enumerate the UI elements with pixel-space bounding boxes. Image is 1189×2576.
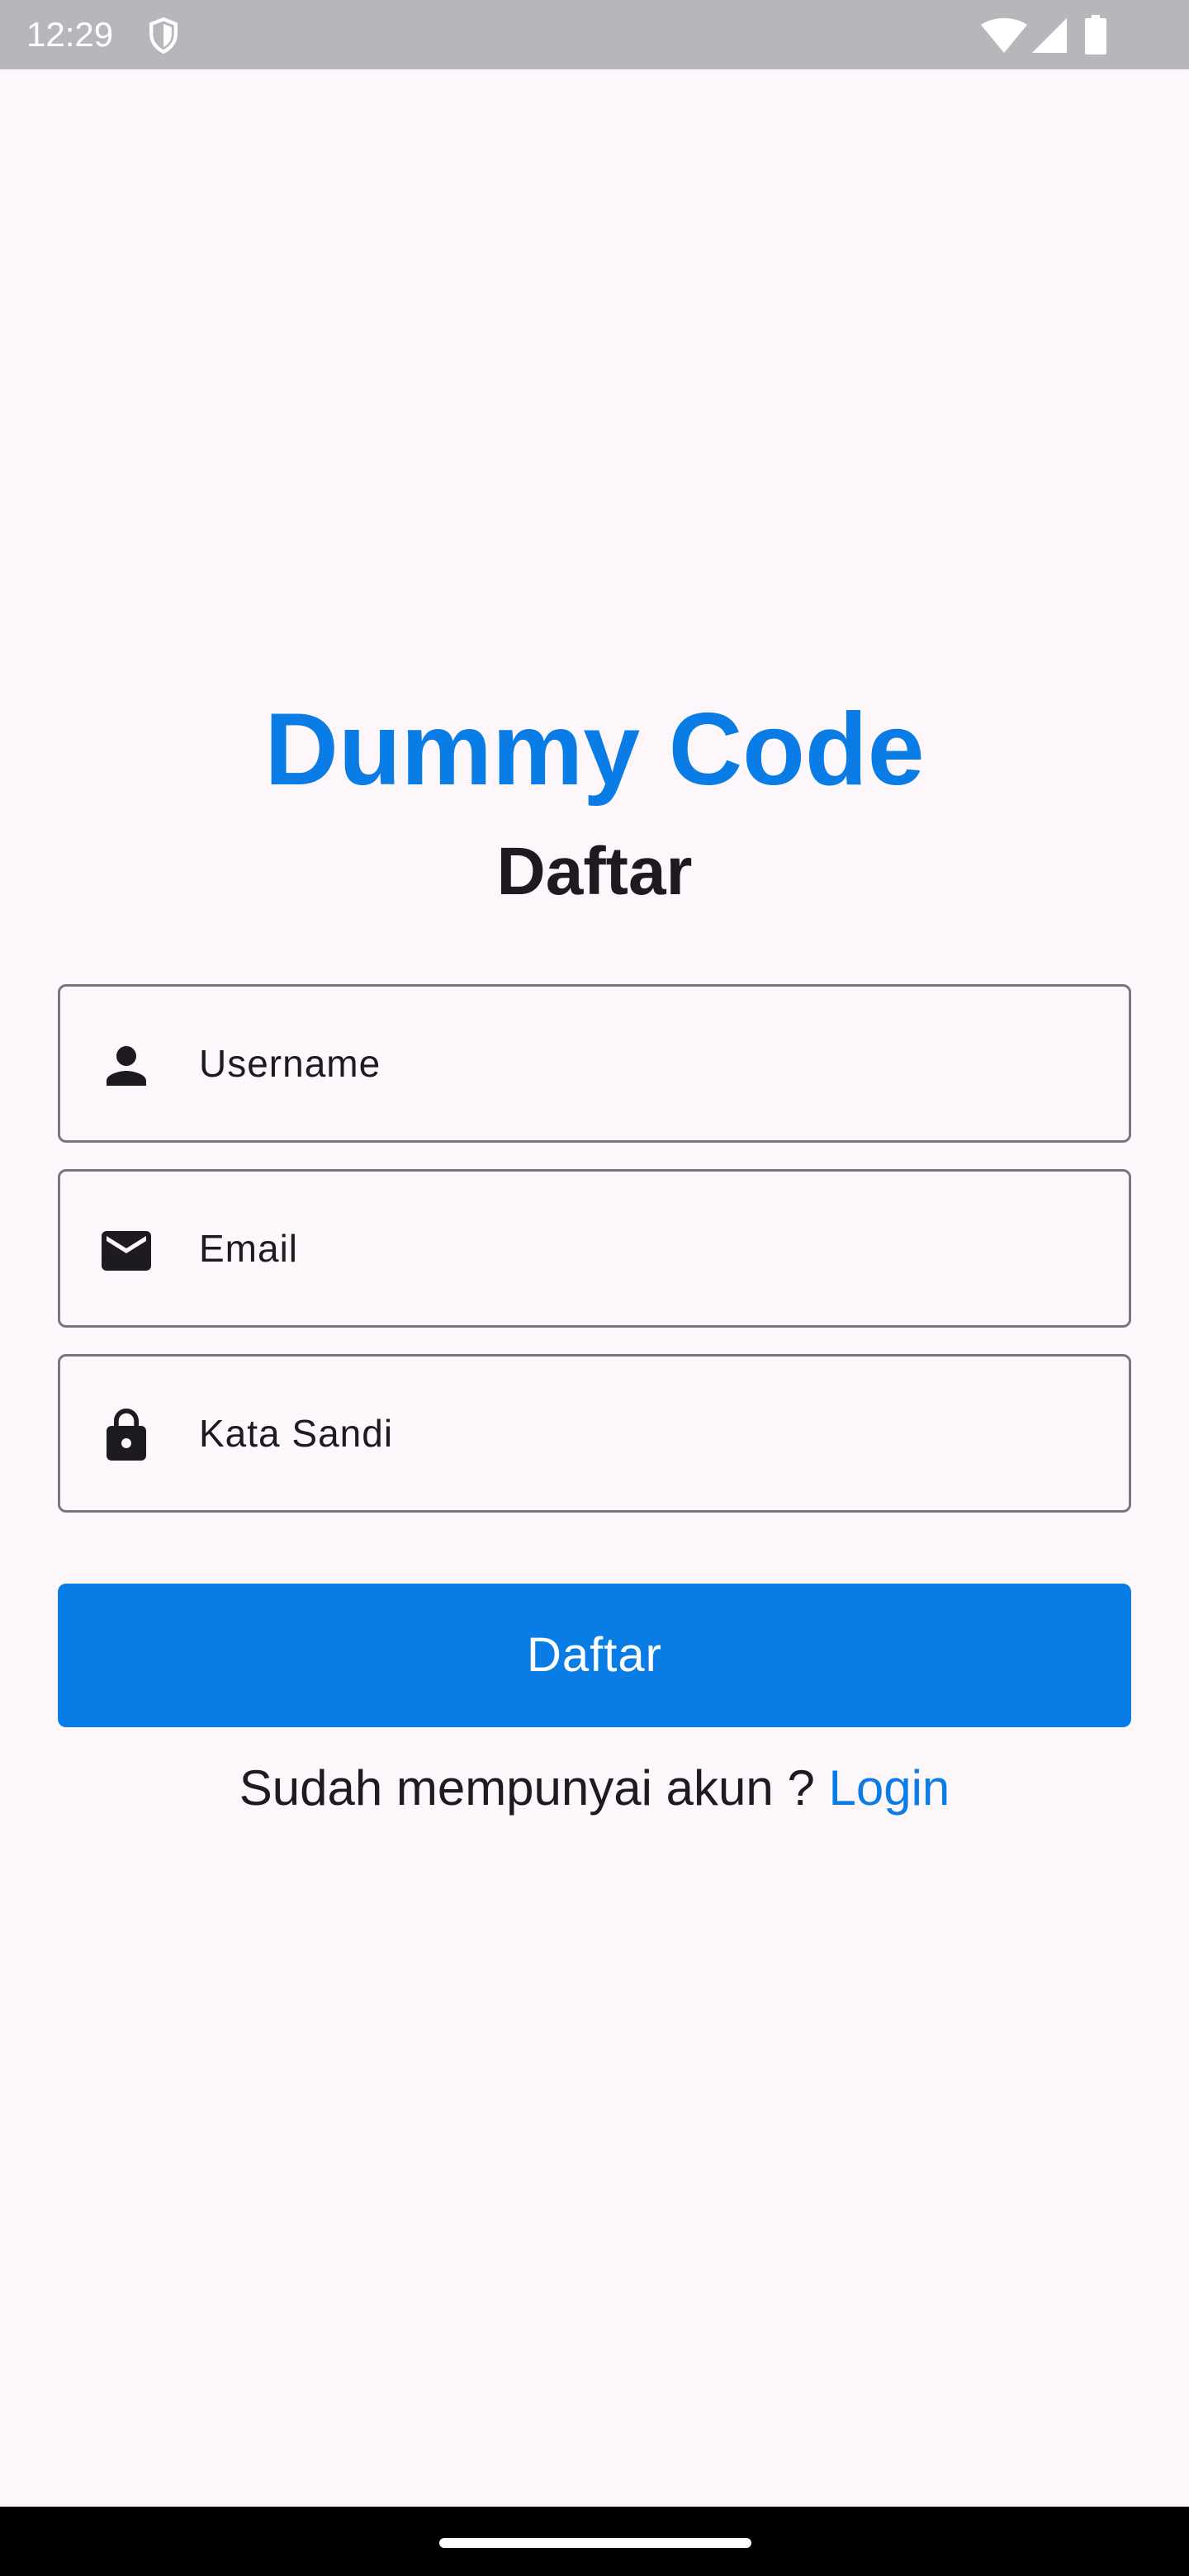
email-field[interactable]: Email [58,1169,1131,1328]
login-prompt: Sudah mempunyai akun ? Login [0,1757,1189,1820]
login-prompt-text: Sudah mempunyai akun ? [239,1760,815,1816]
status-bar: 12:29 [0,0,1189,69]
person-icon [107,1046,146,1086]
wifi-icon [981,18,1027,53]
password-placeholder: Kata Sandi [199,1412,394,1455]
mail-icon [102,1231,151,1271]
password-field[interactable]: Kata Sandi [58,1354,1131,1513]
login-link[interactable]: Login [828,1760,950,1816]
email-placeholder: Email [199,1227,299,1270]
shield-icon [149,17,178,54]
username-placeholder: Username [199,1042,381,1085]
register-button[interactable]: Daftar [58,1584,1131,1727]
lock-icon [107,1409,146,1461]
username-field[interactable]: Username [58,984,1131,1143]
signal-icon [1032,18,1067,53]
status-time: 12:29 [26,15,114,54]
app-title: Dummy Code [264,693,925,807]
battery-icon [1085,15,1106,54]
home-indicator[interactable] [439,2538,751,2548]
page-title: Daftar [496,834,693,909]
